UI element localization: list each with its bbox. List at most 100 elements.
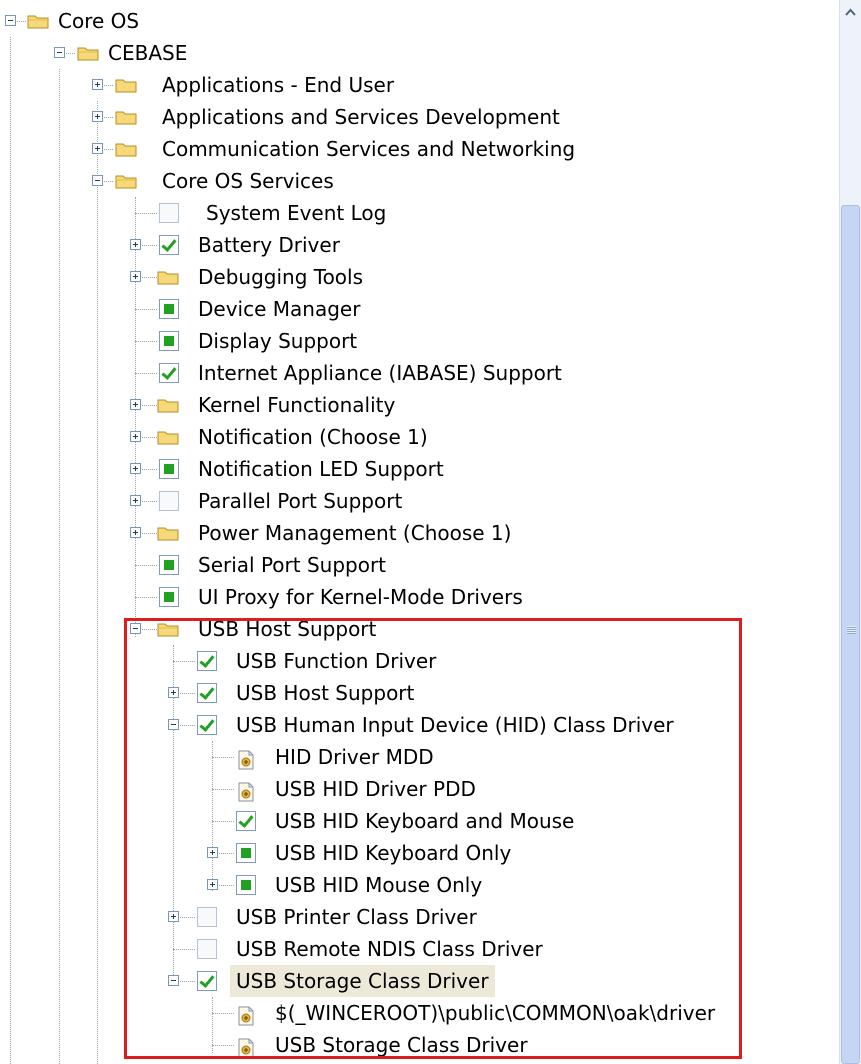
empty-checkbox-icon[interactable] [159,203,179,223]
tree-node-label: USB HID Mouse Only [275,873,483,897]
tree-node-label: USB Storage Class Driver [275,1033,528,1057]
collapse-toggle[interactable] [92,175,103,186]
collapse-toggle[interactable] [5,15,16,26]
tree-node-serial-port[interactable]: Serial Port Support [0,549,500,581]
partial-checkbox-icon[interactable] [159,459,179,479]
tree-node-core-os-services[interactable]: Core OS Services [0,165,500,197]
tree-node-usb-printer-class[interactable]: USB Printer Class Driver [0,901,600,933]
folder-icon [157,269,179,285]
empty-checkbox-icon[interactable] [197,907,217,927]
checked-checkbox-icon[interactable] [197,715,217,735]
checked-checkbox-icon[interactable] [197,971,217,991]
partial-checkbox-icon[interactable] [236,843,256,863]
tree-node-label: USB Host Support [236,681,415,705]
collapse-toggle[interactable] [130,623,141,634]
tree-node-usb-hid-class-driver[interactable]: USB Human Input Device (HID) Class Drive… [0,709,740,741]
tree-node-label: USB Function Driver [236,649,437,673]
partial-checkbox-icon[interactable] [159,555,179,575]
folder-open-icon [77,45,99,61]
scrollbar-thumb[interactable] [841,205,860,1064]
vertical-scrollbar[interactable] [839,0,861,1064]
tree-node-hid-driver-mdd[interactable]: HID Driver MDD [0,741,600,773]
tree-node-label: HID Driver MDD [275,745,434,769]
tree-node-label: USB HID Driver PDD [275,777,476,801]
tree-node-internet-appliance[interactable]: Internet Appliance (IABASE) Support [0,357,650,389]
tree-node-comm-services[interactable]: Communication Services and Networking [0,133,700,165]
tree-node-power-management[interactable]: Power Management (Choose 1) [0,517,600,549]
partial-checkbox-icon[interactable] [236,875,256,895]
folder-icon [115,109,137,125]
tree-node-label: Battery Driver [198,233,340,257]
partial-checkbox-icon[interactable] [159,331,179,351]
scroll-up-arrow-icon[interactable] [842,2,859,19]
checked-checkbox-icon[interactable] [236,811,256,831]
checked-checkbox-icon[interactable] [197,651,217,671]
tree-node-kernel-functionality[interactable]: Kernel Functionality [0,389,500,421]
tree-node-cebase[interactable]: CEBASE [0,37,250,69]
component-file-icon [236,779,256,802]
tree-node-debugging-tools[interactable]: Debugging Tools [0,261,500,293]
tree-node-notification[interactable]: Notification (Choose 1) [0,421,500,453]
collapse-toggle[interactable] [168,975,179,986]
folder-icon [157,397,179,413]
checked-checkbox-icon[interactable] [159,235,179,255]
tree-node-usb-function-driver[interactable]: USB Function Driver [0,645,600,677]
empty-checkbox-icon[interactable] [197,939,217,959]
folder-open-icon [157,621,179,637]
expand-toggle[interactable] [168,687,179,698]
tree-node-label: Communication Services and Networking [162,137,576,161]
tree-node-device-manager[interactable]: Device Manager [0,293,500,325]
tree-node-display-support[interactable]: Display Support [0,325,500,357]
tree-node-usb-hid-keyboard-only[interactable]: USB HID Keyboard Only [0,837,600,869]
expand-toggle[interactable] [130,495,141,506]
tree-node-battery-driver[interactable]: Battery Driver [0,229,500,261]
tree-node-usb-storage-class[interactable]: USB Storage Class Driver [0,965,600,997]
tree-node-ui-proxy[interactable]: UI Proxy for Kernel-Mode Drivers [0,581,600,613]
tree-node-label: USB HID Keyboard Only [275,841,512,865]
tree-node-core-os[interactable]: Core OS [0,5,200,37]
tree-node-system-event-log[interactable]: System Event Log [0,197,500,229]
tree-node-usb-host-support-folder[interactable]: USB Host Support [0,613,500,645]
tree-node-usb-hid-driver-pdd[interactable]: USB HID Driver PDD [0,773,600,805]
expand-toggle[interactable] [130,431,141,442]
expand-toggle[interactable] [92,143,103,154]
expand-toggle[interactable] [130,271,141,282]
expand-toggle[interactable] [92,111,103,122]
tree-node-usb-hid-mouse-only[interactable]: USB HID Mouse Only [0,869,600,901]
expand-toggle[interactable] [168,911,179,922]
expand-toggle[interactable] [207,879,218,890]
tree-node-label: $(_WINCEROOT)\public\COMMON\oak\driver [275,1001,716,1025]
catalog-tree[interactable]: Core OS CEBASE Applications - End User A… [0,0,840,1064]
partial-checkbox-icon[interactable] [159,587,179,607]
tree-node-usb-storage-class-file[interactable]: USB Storage Class Driver [0,1029,600,1061]
folder-open-icon [115,173,137,189]
tree-node-label: Core OS Services [162,169,334,193]
tree-node-wince-path[interactable]: $(_WINCEROOT)\public\COMMON\oak\driver [0,997,840,1029]
expand-toggle[interactable] [130,527,141,538]
folder-icon [115,77,137,93]
tree-node-apps-services-dev[interactable]: Applications and Services Development [0,101,700,133]
tree-node-label: Core OS [58,9,140,33]
tree-node-label: USB HID Keyboard and Mouse [275,809,575,833]
empty-checkbox-icon[interactable] [159,491,179,511]
collapse-toggle[interactable] [168,719,179,730]
expand-toggle[interactable] [92,79,103,90]
expand-toggle[interactable] [130,463,141,474]
tree-node-parallel-port[interactable]: Parallel Port Support [0,485,500,517]
expand-toggle[interactable] [207,847,218,858]
expand-toggle[interactable] [130,239,141,250]
folder-icon [157,429,179,445]
tree-node-label: Applications - End User [162,73,395,97]
tree-node-notification-led[interactable]: Notification LED Support [0,453,500,485]
tree-node-usb-host-support[interactable]: USB Host Support [0,677,600,709]
tree-node-applications-end-user[interactable]: Applications - End User [0,69,500,101]
checked-checkbox-icon[interactable] [197,683,217,703]
folder-icon [157,525,179,541]
tree-node-usb-hid-keyboard-mouse[interactable]: USB HID Keyboard and Mouse [0,805,650,837]
partial-checkbox-icon[interactable] [159,299,179,319]
tree-node-usb-remote-ndis[interactable]: USB Remote NDIS Class Driver [0,933,650,965]
expand-toggle[interactable] [130,399,141,410]
checked-checkbox-icon[interactable] [159,363,179,383]
tree-node-label: System Event Log [206,201,387,225]
collapse-toggle[interactable] [54,47,65,58]
